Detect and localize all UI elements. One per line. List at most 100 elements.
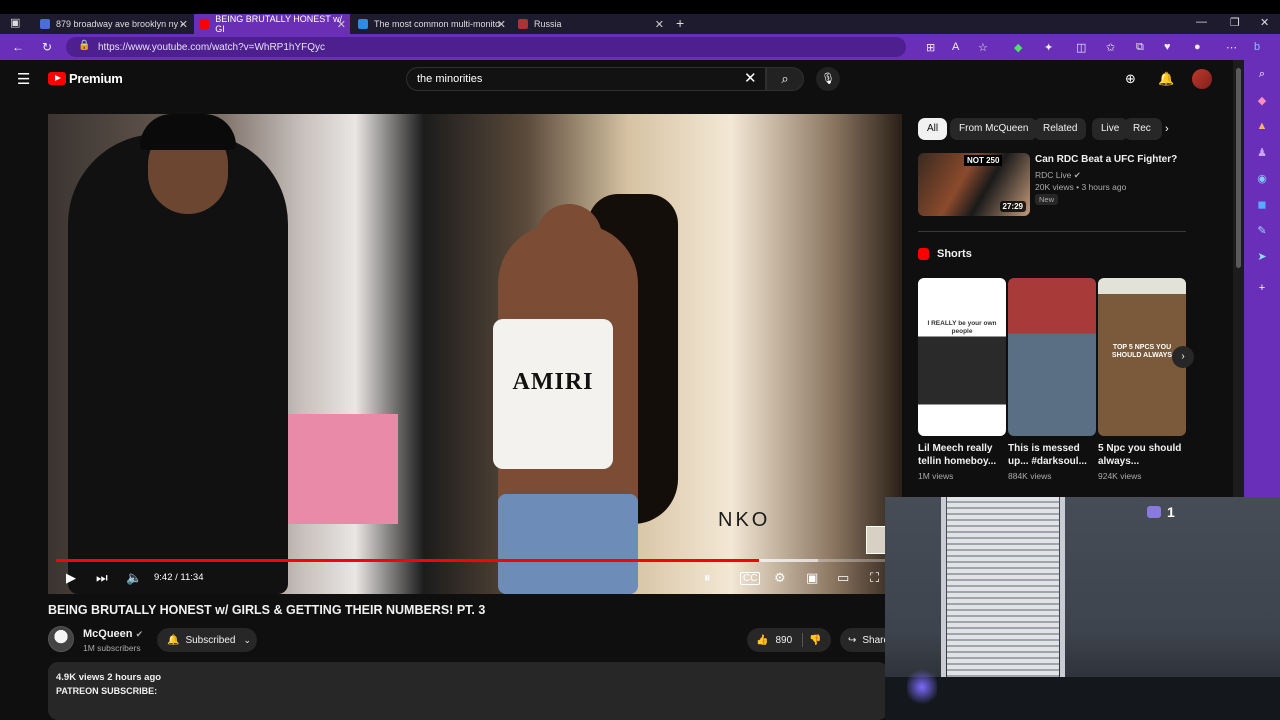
logo-text: Premium	[69, 71, 123, 86]
fullscreen-icon[interactable]: ⛶	[870, 570, 879, 586]
theater-mode-icon[interactable]: ▭	[837, 570, 849, 586]
recommended-title[interactable]: Can RDC Beat a UFC Fighter?	[1035, 154, 1195, 165]
chevron-right-icon: ›	[1181, 351, 1185, 362]
channel-name[interactable]: McQueen ✔	[83, 628, 143, 640]
thumbs-down-icon[interactable]: 👎	[809, 635, 821, 646]
shopping-tag-icon[interactable]: ◆	[1256, 94, 1268, 107]
chip-from-mcqueen[interactable]: From McQueen	[950, 118, 1038, 140]
back-icon[interactable]: ←	[12, 40, 24, 54]
notifications-bell-icon[interactable]: 🔔	[1158, 71, 1174, 87]
tab-youtube[interactable]: BEING BRUTALLY HONEST w/ GI ✕	[194, 14, 350, 34]
send-icon[interactable]: ➤	[1256, 250, 1268, 263]
short-title[interactable]: This is messed up... #darksoul...	[1008, 442, 1094, 468]
recommended-thumbnail[interactable]: NOT 250 27:29	[918, 153, 1030, 216]
search-button[interactable]: ⌕	[766, 67, 804, 91]
scrollbar-thumb[interactable]	[1236, 68, 1241, 268]
next-icon[interactable]: ⏭	[96, 570, 108, 586]
short-title[interactable]: Lil Meech really tellin homeboy...	[918, 442, 1004, 468]
time-display: 9:42 / 11:34	[154, 572, 204, 583]
progress-bar[interactable]	[56, 559, 894, 562]
chevron-right-icon[interactable]: ›	[1165, 123, 1169, 135]
webcam-foreground	[885, 677, 1280, 720]
channel-avatar[interactable]	[48, 626, 74, 652]
clear-search-icon[interactable]: ✕	[744, 69, 757, 87]
bing-icon[interactable]: b	[1254, 41, 1260, 53]
close-tab-icon[interactable]: ✕	[337, 18, 346, 31]
tab-actions-icon[interactable]: ▣	[10, 16, 20, 29]
maximize-icon[interactable]: ❐	[1230, 16, 1240, 29]
tab-label: BEING BRUTALLY HONEST w/ GI	[215, 14, 343, 34]
close-tab-icon[interactable]: ✕	[497, 18, 506, 31]
captions-icon[interactable]: CC	[740, 572, 761, 585]
extensions-icon[interactable]: ✦	[1044, 41, 1053, 54]
microsoft-365-icon[interactable]: ◉	[1256, 172, 1268, 185]
tab-broadway[interactable]: 879 broadway ave brooklyn ny - ✕	[34, 14, 192, 34]
chevron-down-icon: ⌄	[243, 634, 252, 645]
app-available-icon[interactable]: ⊞	[926, 41, 935, 54]
thumbnail-text: NOT 250	[964, 155, 1003, 166]
short-title[interactable]: 5 Npc you should always...	[1098, 442, 1184, 468]
chip-live[interactable]: Live	[1092, 118, 1129, 140]
tools-icon[interactable]: ▲	[1256, 120, 1268, 132]
create-video-icon[interactable]: ⊕	[1125, 71, 1136, 87]
recommended-channel[interactable]: RDC Live ✔	[1035, 170, 1081, 181]
close-window-icon[interactable]: ✕	[1260, 16, 1269, 29]
miniplayer-icon[interactable]: ▣	[806, 570, 818, 586]
subscribed-label: Subscribed	[185, 634, 236, 646]
settings-gear-icon[interactable]: ⚙	[774, 570, 786, 586]
collections-icon[interactable]: ⧉	[1136, 41, 1144, 54]
add-sidebar-icon[interactable]: +	[1256, 282, 1268, 294]
chip-all[interactable]: All	[918, 118, 948, 140]
play-icon[interactable]: ▶	[66, 570, 76, 586]
progress-fill	[56, 559, 759, 562]
menu-icon[interactable]: ☰	[17, 70, 30, 88]
extension-shield-icon[interactable]: ◆	[1014, 41, 1022, 54]
volume-icon[interactable]: 🔈	[126, 570, 142, 586]
like-dislike-buttons[interactable]: 👍 890 👎	[747, 628, 831, 652]
voice-search-button[interactable]: 🎙	[816, 67, 840, 91]
refresh-icon[interactable]: ↻	[42, 40, 52, 54]
viewer-count: 1	[1147, 504, 1175, 520]
shorts-next-button[interactable]: ›	[1172, 346, 1194, 368]
description-box[interactable]: 4.9K views 2 hours ago PATREON SUBSCRIBE…	[48, 662, 888, 720]
more-menu-icon[interactable]: ⋯	[1226, 41, 1237, 54]
search-icon[interactable]: ⌕	[1256, 68, 1268, 80]
short-caption: I REALLY be your own people	[927, 320, 997, 335]
thumbs-up-icon[interactable]: 👍	[756, 635, 768, 646]
share-icon: ↪	[848, 634, 857, 646]
video-title: BEING BRUTALLY HONEST w/ GIRLS & GETTING…	[48, 603, 486, 617]
profile-icon[interactable]: ●	[1194, 41, 1201, 53]
autoplay-toggle-icon[interactable]: ⏸	[704, 570, 711, 586]
split-screen-icon[interactable]: ◫	[1076, 41, 1086, 54]
subscribed-button[interactable]: 🔔 Subscribed ⌄	[157, 628, 257, 652]
short-views: 924K views	[1098, 471, 1142, 481]
account-avatar[interactable]	[1192, 69, 1212, 89]
url-field[interactable]: 🔒 https://www.youtube.com/watch?v=WhRP1h…	[66, 37, 906, 57]
close-tab-icon[interactable]: ✕	[179, 18, 188, 31]
short-thumbnail[interactable]: I REALLY be your own people	[918, 278, 1006, 436]
favorite-star-icon[interactable]: ☆	[978, 41, 988, 54]
minimize-icon[interactable]: —	[1196, 16, 1207, 28]
youtube-favicon-icon	[200, 19, 210, 29]
close-tab-icon[interactable]: ✕	[655, 18, 664, 31]
shorts-icon	[918, 248, 929, 260]
games-icon[interactable]: ♟	[1256, 146, 1268, 159]
youtube-logo[interactable]: Premium	[48, 71, 123, 86]
drop-icon[interactable]: ✎	[1256, 224, 1268, 237]
browser-essentials-icon[interactable]: ♥	[1164, 41, 1171, 53]
short-thumbnail[interactable]	[1008, 278, 1096, 436]
video-player[interactable]: AMIRI NKO ▶ ⏭ 🔈 9:42 / 11:34 ⏸ CC ⚙ ▣ ▭ …	[48, 114, 902, 594]
read-aloud-icon[interactable]: A	[952, 41, 959, 53]
tab-russia[interactable]: Russia ✕	[512, 14, 668, 34]
search-input[interactable]: the minorities	[406, 67, 766, 91]
subscriber-count: 1M subscribers	[83, 643, 141, 653]
tab-multimonitor[interactable]: The most common multi-monito ✕	[352, 14, 510, 34]
divider	[918, 231, 1186, 232]
chip-recent[interactable]: Rec	[1124, 118, 1162, 140]
page-scrollbar[interactable]	[1233, 60, 1244, 497]
favorites-icon[interactable]: ✩	[1106, 41, 1115, 54]
new-tab-button[interactable]: +	[676, 15, 684, 31]
chip-related[interactable]: Related	[1034, 118, 1087, 140]
youtube-header: ☰ Premium the minorities ✕ ⌕ 🎙 ⊕ 🔔	[0, 60, 1233, 98]
outlook-icon[interactable]: ◼	[1256, 198, 1268, 211]
